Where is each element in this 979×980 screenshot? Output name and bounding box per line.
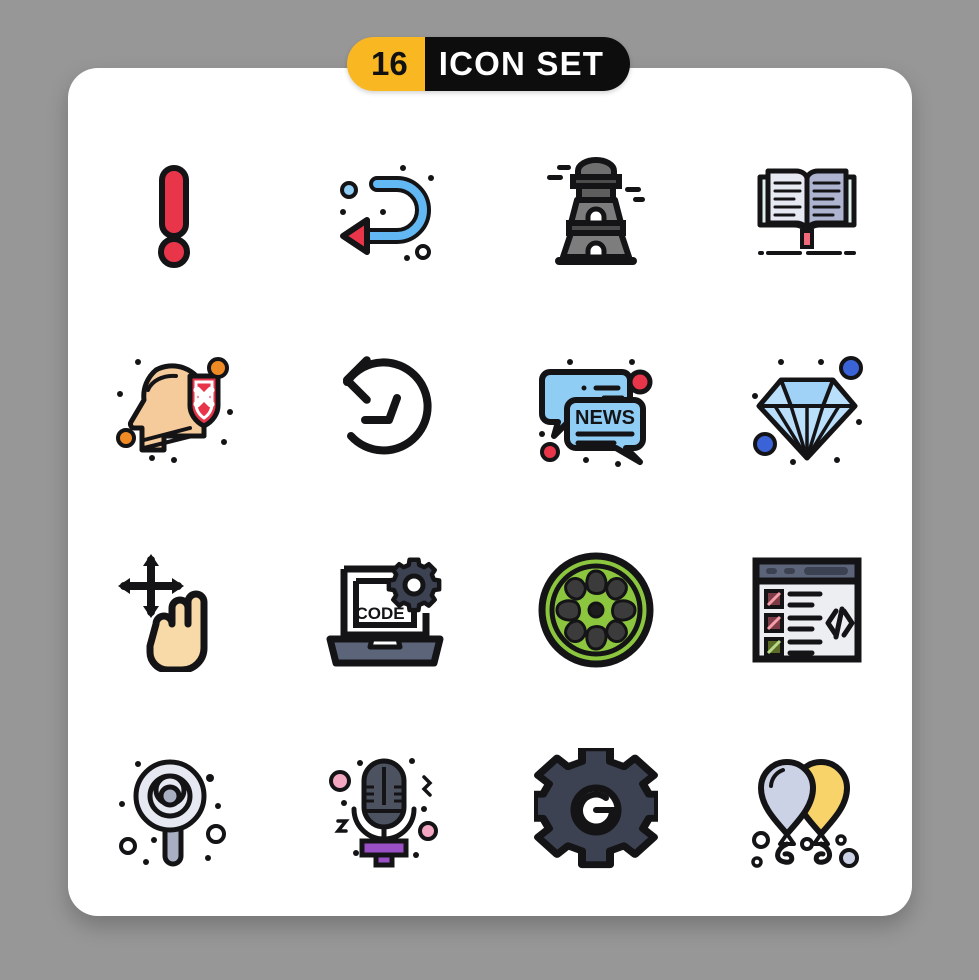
icon-cell-history-clock[interactable]: [279, 310, 490, 510]
badge-count: 16: [347, 37, 425, 91]
icon-cell-lime-slice[interactable]: [490, 510, 701, 710]
drag-gesture-hand-icon: [117, 554, 207, 672]
open-book-icon: [757, 168, 856, 255]
icon-cell-gear-settings[interactable]: [490, 710, 701, 910]
icon-cell-news-chat[interactable]: NEWS: [490, 310, 701, 510]
gear-settings-icon: [533, 748, 658, 869]
balloons-icon: [750, 759, 859, 868]
icon-cell-exclamation-mark[interactable]: [68, 110, 279, 310]
diamond-icon: [751, 356, 863, 465]
icon-set-badge: 16 ICON SET: [347, 37, 631, 91]
code-label: CODE: [355, 604, 404, 623]
lollipop-spiral-icon: [118, 759, 226, 867]
undo-arrow-icon: [339, 165, 434, 261]
exclamation-mark-icon: [157, 165, 190, 268]
laptop-code-gear-icon: CODE: [326, 557, 443, 667]
icon-cell-drag-gesture-hand[interactable]: [68, 510, 279, 710]
icon-cell-undo-arrow[interactable]: [279, 110, 490, 310]
icon-cell-microphone[interactable]: [279, 710, 490, 910]
microphone-icon: [328, 758, 438, 868]
lime-slice-icon: [538, 552, 653, 668]
history-clock-icon: [342, 356, 432, 455]
news-chat-icon: NEWS: [538, 359, 652, 467]
icon-cell-open-book[interactable]: [701, 110, 912, 310]
icon-cell-lollipop-spiral[interactable]: [68, 710, 279, 910]
icon-cell-head-shield-block[interactable]: [68, 310, 279, 510]
screenshot-root: 16 ICON SET NEWS CODE: [0, 0, 979, 980]
icon-cell-lighthouse-tower[interactable]: [490, 110, 701, 310]
browser-code-list-icon: [752, 557, 861, 663]
news-label: NEWS: [575, 407, 635, 429]
icon-grid: NEWS CODE: [68, 110, 912, 910]
icon-cell-browser-code-list[interactable]: [701, 510, 912, 710]
icon-cell-diamond[interactable]: [701, 310, 912, 510]
lighthouse-tower-icon: [546, 157, 645, 265]
icon-cell-laptop-code-gear[interactable]: CODE: [279, 510, 490, 710]
head-shield-block-icon: [115, 357, 233, 463]
badge-title: ICON SET: [424, 37, 631, 91]
icon-cell-balloons[interactable]: [701, 710, 912, 910]
